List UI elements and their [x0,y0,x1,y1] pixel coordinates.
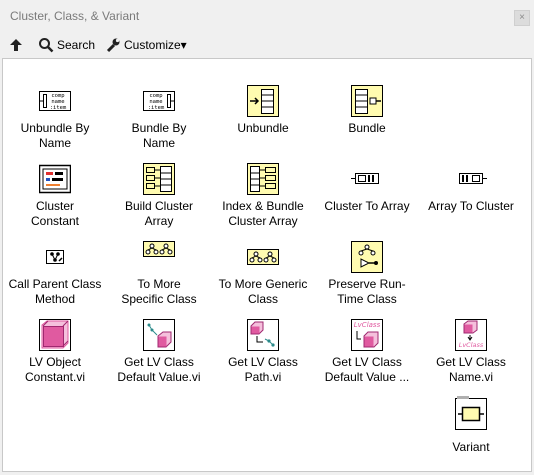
palette-item-label: Cluster Constant [30,199,80,228]
palette-item-label: To More Specific Class [121,277,197,306]
palette-item-label: Build Cluster Array [124,199,194,228]
palette-item-label: Get LV Class Default Value ... [324,355,410,384]
get-default-value-by-name-icon: LvClass [351,319,383,351]
palette-item-label: Array To Cluster [428,199,514,213]
up-arrow-icon [10,39,22,51]
customize-button[interactable]: Customize▾ [105,35,187,55]
bundle-by-name-icon: comp name :item [143,85,175,117]
build-cluster-array-icon [143,163,175,195]
palette-item-label: LV Object Constant.vi [24,355,86,384]
palette-item-label: Unbundle By Name [20,121,90,150]
variant-icon [455,396,487,430]
call-parent-icon [39,241,71,273]
close-icon[interactable]: × [514,10,530,26]
icon-text-lvclass: LvClass [459,341,484,349]
get-path-icon [247,319,279,351]
palette-item-label: Get LV Class Default Value.vi [117,355,201,384]
title-bar: Cluster, Class, & Variant × [0,0,534,32]
palette-item-label: Bundle [348,121,386,135]
toolbar: Search Customize▾ [0,32,534,58]
preserve-runtime-icon [351,241,383,273]
customize-label: Customize▾ [124,38,187,52]
index-bundle-icon [247,163,279,195]
cluster-to-array-icon [351,163,383,195]
palette-item-label: Bundle By Name [131,121,187,150]
palette-item-label: Variant [452,440,490,454]
search-label: Search [57,38,96,52]
palette-window: Cluster, Class, & Variant × Search Custo… [0,0,534,475]
get-default-value-icon [143,319,175,351]
wrench-icon [106,38,120,53]
up-button[interactable] [8,35,24,55]
get-name-icon: LvClass [455,319,487,351]
palette-item-label: Preserve Run- Time Class [328,277,406,306]
icon-text-lvclass: LvClass [354,321,381,329]
search-button[interactable]: Search [38,35,95,55]
lv-object-icon [39,319,71,351]
bundle-icon [351,85,383,117]
unbundle-by-name-icon: comp name :item [39,85,71,117]
array-to-cluster-icon [455,163,487,195]
search-icon [39,38,54,53]
palette-item-label: Index & Bundle Cluster Array [222,199,304,228]
palette-item-label: Get LV Class Path.vi [228,355,298,384]
palette-item-label: Unbundle [237,121,289,135]
to-more-generic-icon [247,241,279,273]
palette-item-label: To More Generic Class [218,277,308,306]
window-title: Cluster, Class, & Variant [10,9,140,23]
palette-grid: comp name :item Unbundle By Name comp na… [2,58,532,472]
palette-item-label: Call Parent Class Method [8,277,102,306]
cluster-constant-icon [39,163,71,195]
icon-text-item: :item [148,105,165,111]
unbundle-icon [247,85,279,117]
icon-text-item: :item [50,105,67,111]
palette-item-label: Cluster To Array [324,199,410,213]
palette-item-label: Get LV Class Name.vi [436,355,506,384]
to-more-specific-icon [143,241,175,273]
